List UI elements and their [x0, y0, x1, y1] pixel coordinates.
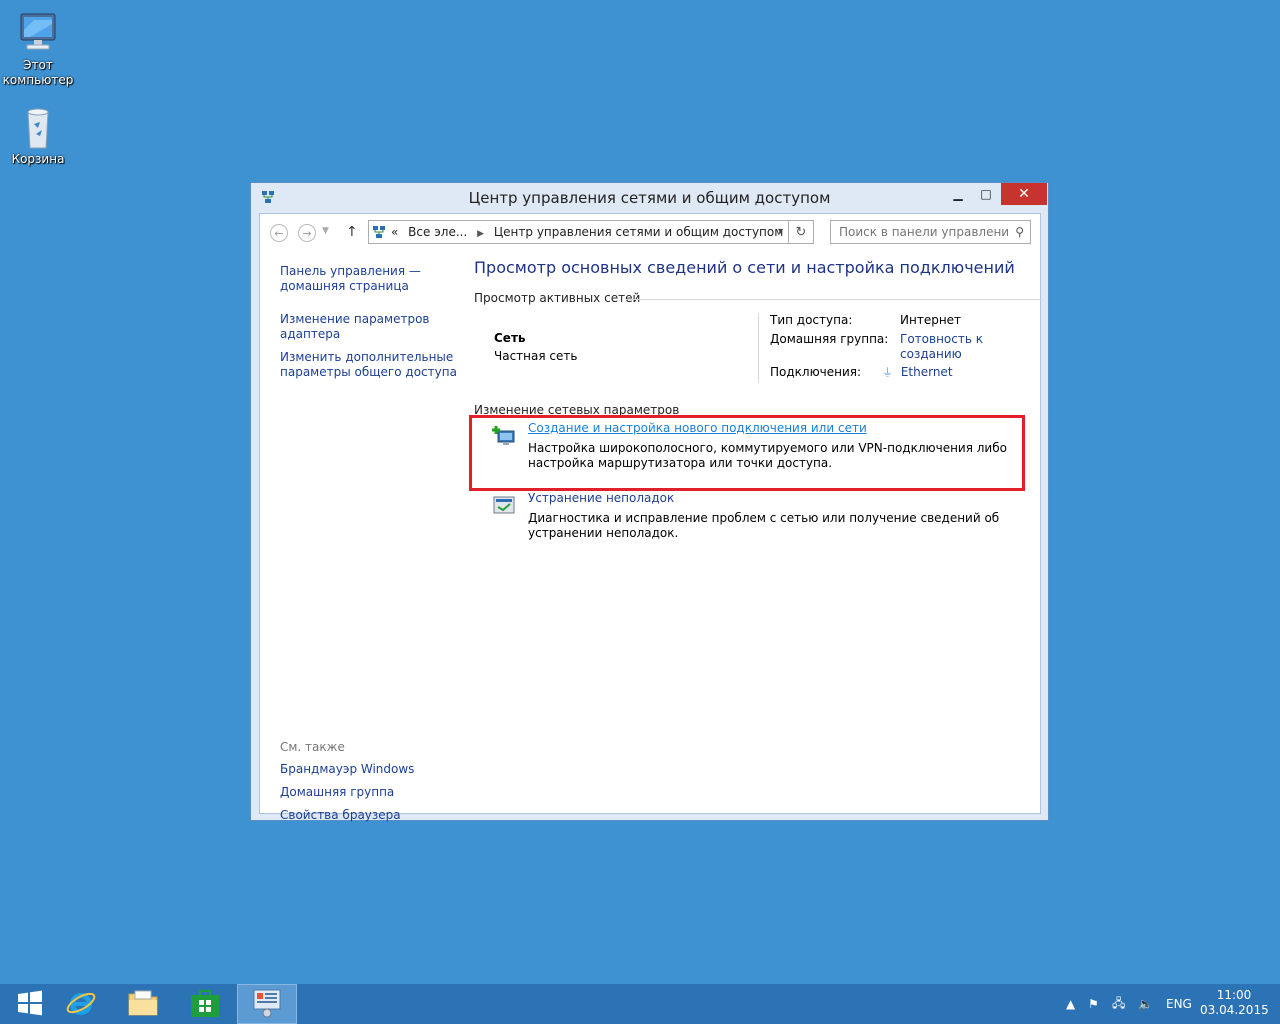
task-troubleshoot: Устранение неполадок Диагностика и испра… — [474, 491, 1034, 557]
divider — [758, 313, 759, 383]
taskbar-file-explorer[interactable] — [113, 984, 173, 1024]
volume-tray-icon[interactable]: 🔈 — [1138, 984, 1153, 1024]
left-navigation-pane: Панель управления — домашняя страница Из… — [280, 264, 460, 388]
show-hidden-icons-button[interactable]: ▲ — [1066, 984, 1075, 1024]
homegroup-label: Домашняя группа: — [770, 332, 889, 346]
network-info: Тип доступа: Интернет Домашняя группа: Г… — [770, 313, 1040, 384]
new-connection-icon — [492, 425, 516, 447]
see-also-firewall-link[interactable]: Брандмауэр Windows — [280, 762, 460, 777]
desktop-icon-recycle-bin[interactable]: Корзина — [0, 104, 76, 167]
advanced-sharing-settings-link[interactable]: Изменить дополнительные параметры общего… — [280, 350, 460, 380]
close-button[interactable]: ✕ — [1001, 183, 1047, 205]
page-title: Просмотр основных сведений о сети и наст… — [474, 258, 1015, 277]
forward-button[interactable]: → — [298, 224, 316, 242]
recycle-bin-icon — [14, 104, 62, 152]
arrow-right-icon: → — [302, 226, 312, 240]
new-connection-description: Настройка широкополосного, коммутируемог… — [528, 441, 1007, 470]
desktop-icon-label: Этот — [23, 58, 53, 72]
address-bar[interactable]: « Все эле... ▶ Центр управления сетями и… — [368, 220, 814, 244]
see-also-header: См. также — [280, 740, 345, 754]
network-tray-icon[interactable]: 🖧 — [1112, 984, 1125, 1024]
search-box[interactable]: ⚲ — [830, 220, 1031, 244]
network-type-link[interactable]: Частная сеть — [494, 349, 577, 363]
window-client-area: ← → ▼ ↑ « Все эле... ▶ Центр управления … — [259, 213, 1042, 822]
chevron-right-icon[interactable]: ▶ — [477, 229, 484, 239]
troubleshoot-description: Диагностика и исправление проблем с сеть… — [528, 511, 1000, 540]
control-panel-home-link[interactable]: Панель управления — домашняя страница — [280, 264, 460, 294]
title-bar[interactable]: Центр управления сетями и общим доступом… — [251, 183, 1048, 213]
breadcrumb-item[interactable]: Центр управления сетями и общим доступом — [494, 225, 783, 239]
see-also-internet-options-link[interactable]: Свойства браузера — [280, 808, 460, 823]
main-content: Просмотр основных сведений о сети и наст… — [469, 252, 1042, 557]
taskbar-internet-explorer[interactable] — [51, 984, 111, 1024]
ethernet-icon: ⏚ — [882, 366, 893, 379]
folder-icon — [127, 988, 159, 1021]
clock[interactable]: 11:00 03.04.2015 — [1200, 988, 1269, 1018]
recent-locations-dropdown[interactable]: ▼ — [322, 226, 329, 236]
action-center-tray-icon[interactable]: ⚑ — [1088, 984, 1099, 1024]
taskbar-control-panel[interactable] — [237, 984, 297, 1024]
windows-logo-icon — [17, 990, 43, 1019]
minimize-icon: ▁ — [953, 187, 963, 201]
ethernet-label: Ethernet — [900, 365, 953, 379]
section-title: Просмотр активных сетей — [474, 291, 641, 305]
computer-icon — [14, 10, 62, 58]
up-button[interactable]: ↑ — [346, 224, 358, 240]
speaker-icon: 🔈 — [1138, 997, 1153, 1011]
clock-time: 11:00 — [1216, 988, 1252, 1002]
see-also-homegroup-link[interactable]: Домашняя группа — [280, 785, 460, 800]
ethernet-link[interactable]: ⏚ Ethernet — [882, 365, 1002, 380]
desktop-icon-label: Корзина — [11, 152, 65, 166]
access-type-label: Тип доступа: — [770, 313, 853, 327]
homegroup-link[interactable]: Готовность к созданию — [900, 332, 1020, 362]
troubleshoot-icon — [492, 495, 516, 517]
arrow-left-icon: ← — [274, 226, 284, 240]
change-settings-section-header: Изменение сетевых параметров — [474, 403, 1034, 419]
section-title: Изменение сетевых параметров — [474, 403, 680, 417]
see-also-section: См. также Брандмауэр Windows Домашняя гр… — [280, 740, 460, 831]
maximize-icon: □ — [980, 187, 992, 201]
breadcrumb-item[interactable]: Все эле... — [408, 225, 467, 239]
refresh-icon: ↻ — [795, 224, 807, 240]
window-title: Центр управления сетями и общим доступом — [468, 189, 831, 207]
minimize-button[interactable]: ▁ — [945, 183, 971, 205]
breadcrumb-overflow[interactable]: « — [391, 225, 398, 239]
navigation-bar: ← → ▼ ↑ « Все эле... ▶ Центр управления … — [260, 214, 1040, 252]
task-new-connection: Создание и настройка нового подключения … — [469, 415, 1034, 491]
search-input[interactable] — [837, 224, 1011, 240]
desktop-icon-computer[interactable]: Этот компьютер — [0, 10, 76, 88]
taskbar: ▲ ⚑ 🖧 🔈 ENG 11:00 03.04.2015 — [0, 984, 1280, 1024]
change-adapter-settings-link[interactable]: Изменение параметров адаптера — [280, 312, 460, 342]
store-icon — [190, 988, 220, 1021]
network-icon: 🖧 — [1112, 995, 1126, 1010]
chevron-down-icon[interactable]: ▾ — [778, 226, 783, 237]
troubleshoot-link[interactable]: Устранение неполадок — [528, 491, 674, 505]
internet-explorer-icon — [65, 987, 97, 1022]
connections-label: Подключения: — [770, 365, 862, 379]
network-app-icon — [372, 225, 386, 239]
chevron-up-icon: ▲ — [1066, 997, 1076, 1011]
maximize-button[interactable]: □ — [973, 183, 999, 205]
arrow-up-icon: ↑ — [346, 224, 358, 240]
active-network-block: Сеть Частная сеть Тип доступа: Интернет … — [474, 307, 1034, 397]
taskbar-store[interactable] — [175, 984, 235, 1024]
refresh-button[interactable]: ↻ — [788, 221, 813, 243]
new-connection-link[interactable]: Создание и настройка нового подключения … — [528, 421, 867, 435]
flag-icon: ⚑ — [1088, 997, 1099, 1011]
network-name: Сеть — [494, 331, 526, 345]
active-networks-section-header: Просмотр активных сетей — [474, 291, 1042, 307]
network-center-window: Центр управления сетями и общим доступом… — [250, 182, 1049, 822]
divider — [626, 299, 1042, 300]
desktop-icon-label: компьютер — [2, 73, 74, 87]
back-button[interactable]: ← — [270, 224, 288, 242]
close-icon: ✕ — [1018, 186, 1030, 202]
access-type-value: Интернет — [900, 313, 962, 327]
language-indicator[interactable]: ENG — [1166, 984, 1192, 1024]
search-icon[interactable]: ⚲ — [1015, 225, 1024, 239]
control-panel-icon — [251, 988, 283, 1021]
clock-date: 03.04.2015 — [1200, 1003, 1269, 1017]
